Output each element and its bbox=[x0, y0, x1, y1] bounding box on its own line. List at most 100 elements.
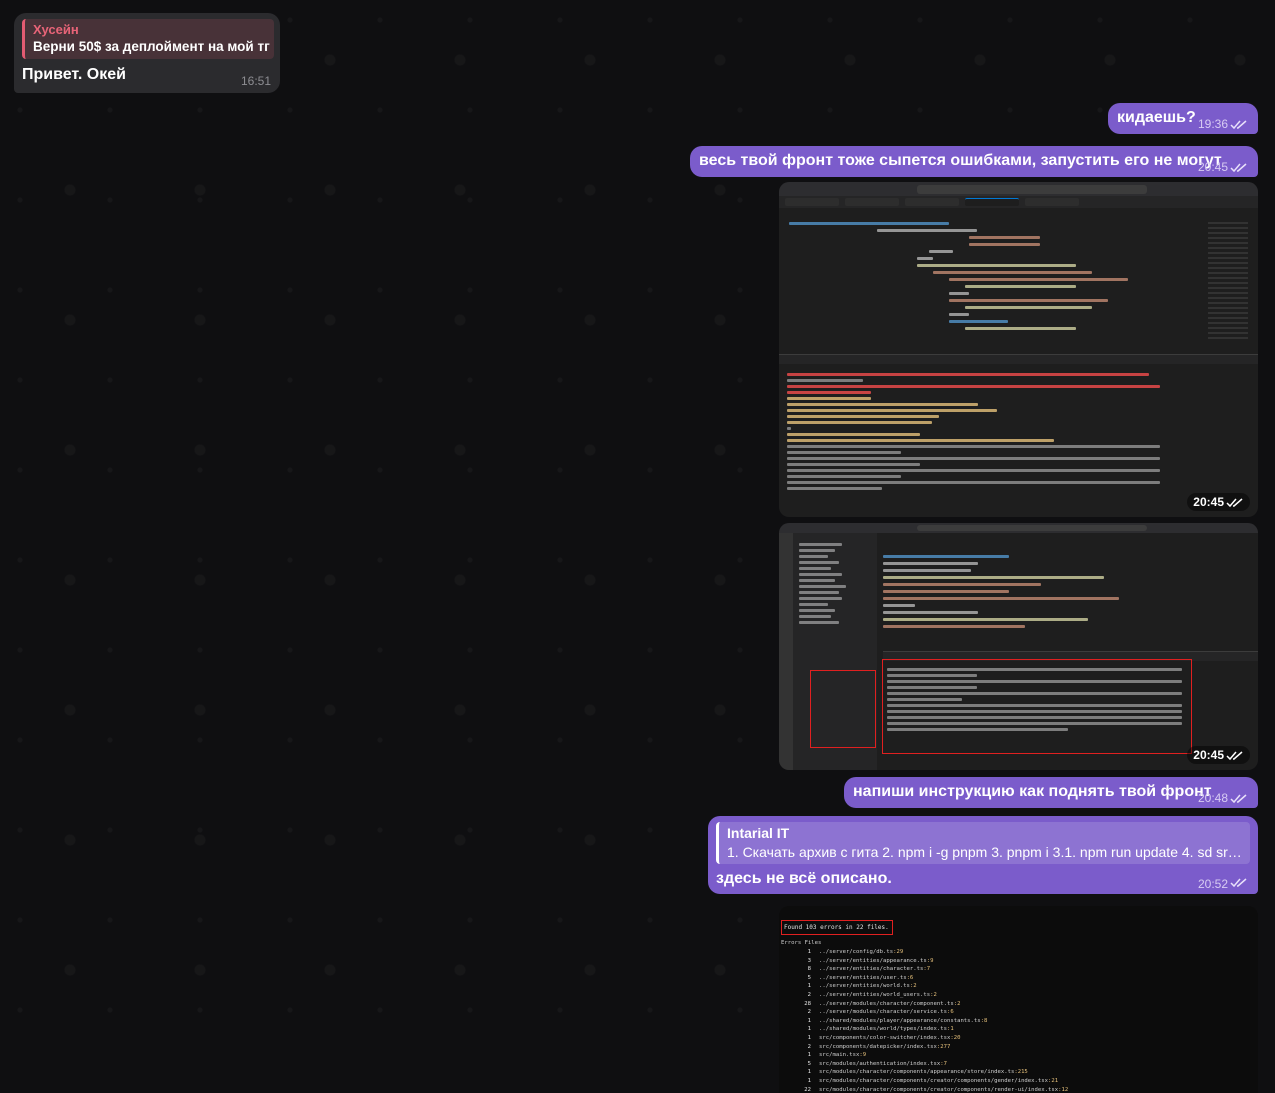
error-line: :6 bbox=[906, 974, 914, 981]
error-count: 2 bbox=[807, 1009, 811, 1016]
error-file-path: ../shared/modules/world/types/index.ts bbox=[819, 1026, 947, 1033]
error-file-path: src/modules/authentication/index.tsx bbox=[819, 1060, 941, 1067]
message-time: 20:45 bbox=[1197, 160, 1228, 174]
message-text: весь твой фронт тоже сыпется ошибками, з… bbox=[699, 152, 1222, 169]
error-count: 5 bbox=[807, 1060, 811, 1067]
error-line: :29 bbox=[893, 949, 904, 955]
error-file-row: 1 src/main.tsx:9 bbox=[793, 1051, 1068, 1060]
error-file-path: ../server/entities/world_users.ts bbox=[819, 991, 931, 998]
double-check-icon bbox=[1230, 793, 1248, 804]
error-count: 1 bbox=[807, 1077, 811, 1084]
code-editor bbox=[883, 551, 1198, 632]
error-file-row: 1 src/components/color-switcher/index.tsx… bbox=[793, 1034, 1068, 1043]
error-file-row: 28 ../server/modules/character/component.… bbox=[793, 1000, 1068, 1009]
message-time: 20:52 bbox=[1197, 877, 1228, 891]
image-attachment-vscode-terminal[interactable]: 20:45 bbox=[779, 182, 1258, 517]
error-file-path: src/modules/character/components/appeara… bbox=[819, 1069, 1015, 1076]
message-time: 20:45 bbox=[1193, 495, 1224, 509]
double-check-icon bbox=[1230, 119, 1248, 130]
error-file-path: src/modules/character/components/creator… bbox=[819, 1086, 1059, 1093]
error-count: 2 bbox=[807, 1043, 811, 1050]
panel-tabs bbox=[779, 354, 1258, 364]
message-text: Привет. Окей bbox=[22, 66, 126, 83]
error-line: :7 bbox=[940, 1060, 947, 1067]
double-check-icon bbox=[1226, 497, 1244, 508]
error-file-path: src/main.tsx bbox=[819, 1052, 860, 1059]
error-file-path: ../server/config/db.ts bbox=[819, 949, 894, 955]
error-file-row: 8 ../server/entities/character.ts:7 bbox=[793, 965, 1068, 974]
error-count: 3 bbox=[807, 957, 811, 964]
error-count: 1 bbox=[807, 1017, 811, 1024]
error-count: 1 bbox=[807, 1069, 811, 1076]
error-count: 5 bbox=[807, 974, 811, 981]
error-file-path: src/components/color-switcher/index.tsx bbox=[819, 1034, 951, 1041]
error-line: :277 bbox=[936, 1043, 951, 1050]
error-count: 22 bbox=[804, 1086, 811, 1093]
error-line: :1 bbox=[946, 1026, 954, 1033]
error-count: 1 bbox=[807, 949, 811, 955]
error-line: :215 bbox=[1014, 1069, 1028, 1076]
error-line: :7 bbox=[923, 966, 931, 973]
error-file-row: 1 ../server/config/db.ts:29 bbox=[793, 948, 1068, 957]
error-file-row: 1 ../server/entities/world.ts:2 bbox=[793, 982, 1068, 991]
error-line: :6 bbox=[946, 1009, 954, 1016]
outgoing-message[interactable]: напиши инструкцию как поднять твой фронт… bbox=[844, 777, 1258, 808]
outgoing-message[interactable]: весь твой фронт тоже сыпется ошибками, з… bbox=[690, 146, 1258, 177]
message-time: 20:48 bbox=[1197, 791, 1228, 805]
error-file-row: 22 src/modules/character/components/creat… bbox=[793, 1086, 1068, 1093]
minimap bbox=[1208, 222, 1248, 342]
vscode-titlebar bbox=[779, 182, 1258, 196]
incoming-message[interactable]: Хусейн Верни 50$ за деплоймент на мой тг… bbox=[14, 13, 280, 93]
reply-quote[interactable]: Хусейн Верни 50$ за деплоймент на мой тг bbox=[22, 19, 274, 59]
message-text: здесь не всё описано. bbox=[716, 870, 892, 887]
error-file-row: 5 src/modules/authentication/index.tsx:7 bbox=[793, 1060, 1068, 1069]
image-attachment-error-list[interactable]: Found 103 errors in 22 files. Errors Fil… bbox=[779, 906, 1258, 1093]
error-file-path: ../server/modules/character/component.ts bbox=[819, 1000, 954, 1007]
image-attachment-vscode-explorer[interactable]: 20:45 bbox=[779, 523, 1258, 770]
message-time: 20:45 bbox=[1193, 748, 1224, 762]
message-text: кидаешь? bbox=[1117, 109, 1196, 126]
error-line: :2 bbox=[953, 1000, 961, 1007]
code-editor bbox=[789, 218, 1188, 334]
error-count: 8 bbox=[807, 966, 811, 973]
error-columns-header: Errors Files bbox=[781, 940, 822, 946]
reply-author: Хусейн bbox=[33, 22, 79, 37]
error-file-row: 1 src/modules/character/components/appear… bbox=[793, 1068, 1068, 1077]
double-check-icon bbox=[1230, 877, 1248, 888]
error-line: :2 bbox=[909, 983, 917, 990]
error-count: 1 bbox=[807, 1052, 811, 1059]
outgoing-message[interactable]: Intarial IT 1. Скачать архив с гита 2. n… bbox=[708, 816, 1258, 894]
error-file-row: 3 ../server/entities/appearance.ts:9 bbox=[793, 957, 1068, 966]
outgoing-message[interactable]: кидаешь? 19:36 bbox=[1108, 103, 1258, 134]
error-file-row: 5 ../server/entities/user.ts:6 bbox=[793, 974, 1068, 983]
chat-history[interactable]: Хусейн Верни 50$ за деплоймент на мой тг… bbox=[0, 0, 1275, 1093]
error-file-row: 2 ../server/entities/world_users.ts:2 bbox=[793, 991, 1068, 1000]
reply-author: Intarial IT bbox=[727, 825, 790, 841]
error-line: :9 bbox=[859, 1052, 867, 1059]
error-summary: Found 103 errors in 22 files. bbox=[781, 920, 893, 935]
error-file-path: ../server/entities/world.ts bbox=[819, 983, 910, 990]
error-file-path: ../shared/modules/player/appearance/cons… bbox=[819, 1017, 981, 1024]
error-line: :8 bbox=[980, 1017, 988, 1024]
error-line: :9 bbox=[926, 957, 934, 964]
error-file-path: ../server/entities/appearance.ts bbox=[819, 957, 927, 964]
error-count: 28 bbox=[804, 1000, 811, 1007]
highlight-box bbox=[810, 670, 876, 748]
message-time: 16:51 bbox=[240, 74, 271, 88]
message-text: напиши инструкцию как поднять твой фронт bbox=[853, 783, 1212, 800]
double-check-icon bbox=[1230, 162, 1248, 173]
error-count: 1 bbox=[807, 983, 811, 990]
vscode-tabs bbox=[779, 196, 1258, 208]
reply-quote[interactable]: Intarial IT 1. Скачать архив с гита 2. n… bbox=[716, 822, 1250, 864]
reply-text: Верни 50$ за деплоймент на мой тг bbox=[33, 39, 270, 54]
error-file-path: src/components/datepicker/index.tsx bbox=[819, 1043, 937, 1050]
error-file-path: ../server/entities/character.ts bbox=[819, 966, 924, 973]
reply-text: 1. Скачать архив с гита 2. npm i -g pnpm… bbox=[727, 844, 1242, 860]
activity-bar bbox=[779, 533, 793, 770]
error-line: :21 bbox=[1048, 1077, 1059, 1084]
error-count: 1 bbox=[807, 1034, 811, 1041]
error-count: 2 bbox=[807, 991, 811, 998]
error-file-row: 1 src/modules/character/components/creato… bbox=[793, 1077, 1068, 1086]
error-file-list: 1 ../server/config/db.ts:29 3 ../server/ent… bbox=[793, 948, 1068, 1093]
terminal-output bbox=[887, 665, 1188, 734]
